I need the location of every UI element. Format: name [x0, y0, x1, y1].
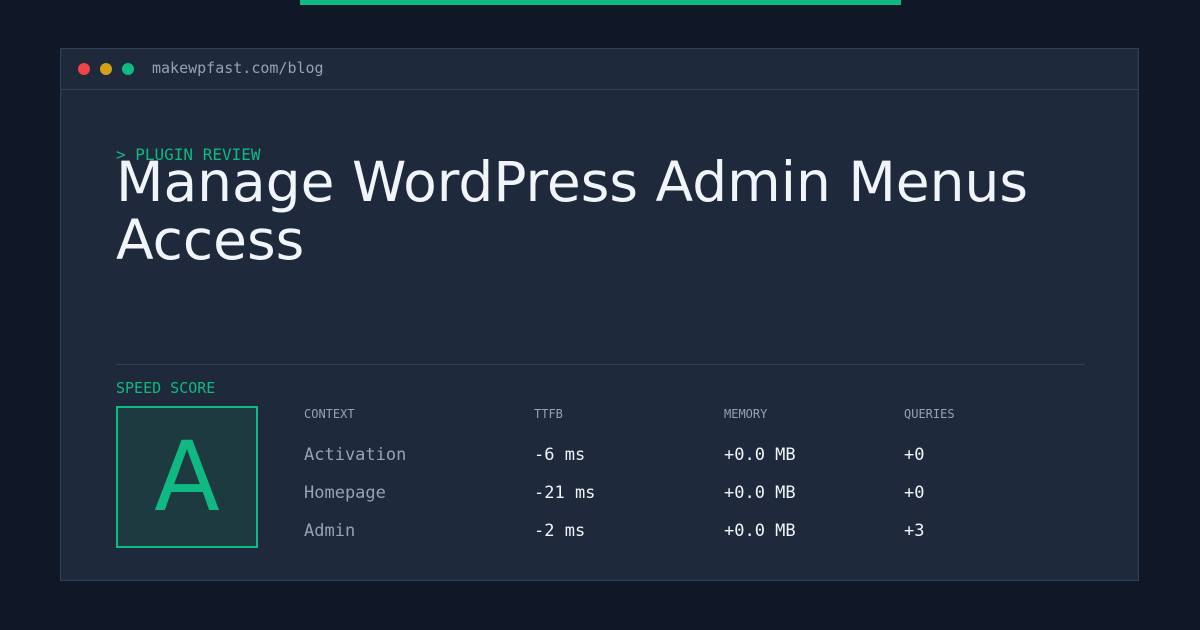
browser-window: makewpfast.com/blog > PLUGIN REVIEW Mana…	[60, 48, 1139, 581]
context-cell: Activation	[304, 445, 407, 465]
ttfb-cell: -21 ms	[534, 483, 596, 503]
column-header-ttfb: TTFB	[534, 407, 563, 421]
queries-cell: +0	[904, 445, 925, 465]
column-header-context: CONTEXT	[304, 407, 355, 421]
divider	[116, 364, 1085, 365]
column-header-memory: MEMORY	[724, 407, 768, 421]
memory-cell: +0.0 MB	[724, 445, 796, 465]
memory-cell: +0.0 MB	[724, 483, 796, 503]
maximize-dot-icon[interactable]	[122, 63, 134, 75]
ttfb-cell: -6 ms	[534, 445, 586, 465]
context-cell: Admin	[304, 521, 356, 541]
metrics-table: CONTEXT TTFB MEMORY QUERIES Activation -…	[304, 407, 1104, 552]
accent-bar	[300, 0, 901, 5]
table-row: Homepage -21 ms +0.0 MB +0	[304, 476, 1104, 514]
queries-cell: +0	[904, 483, 925, 503]
column-header-queries: QUERIES	[904, 407, 955, 421]
table-row: Admin -2 ms +0.0 MB +3	[304, 514, 1104, 552]
queries-cell: +3	[904, 521, 925, 541]
close-dot-icon[interactable]	[78, 63, 90, 75]
page-title: Manage WordPress Admin Menus Access	[116, 150, 1028, 272]
minimize-dot-icon[interactable]	[100, 63, 112, 75]
speed-score-label: SPEED SCORE	[116, 379, 216, 397]
context-cell: Homepage	[304, 483, 386, 503]
speed-grade: A	[154, 421, 220, 533]
window-chrome: makewpfast.com/blog	[61, 49, 1138, 90]
table-header-row: CONTEXT TTFB MEMORY QUERIES	[304, 407, 1104, 438]
memory-cell: +0.0 MB	[724, 521, 796, 541]
speed-grade-box: A	[116, 406, 258, 548]
table-row: Activation -6 ms +0.0 MB +0	[304, 438, 1104, 476]
ttfb-cell: -2 ms	[534, 521, 586, 541]
url-text: makewpfast.com/blog	[152, 59, 324, 77]
